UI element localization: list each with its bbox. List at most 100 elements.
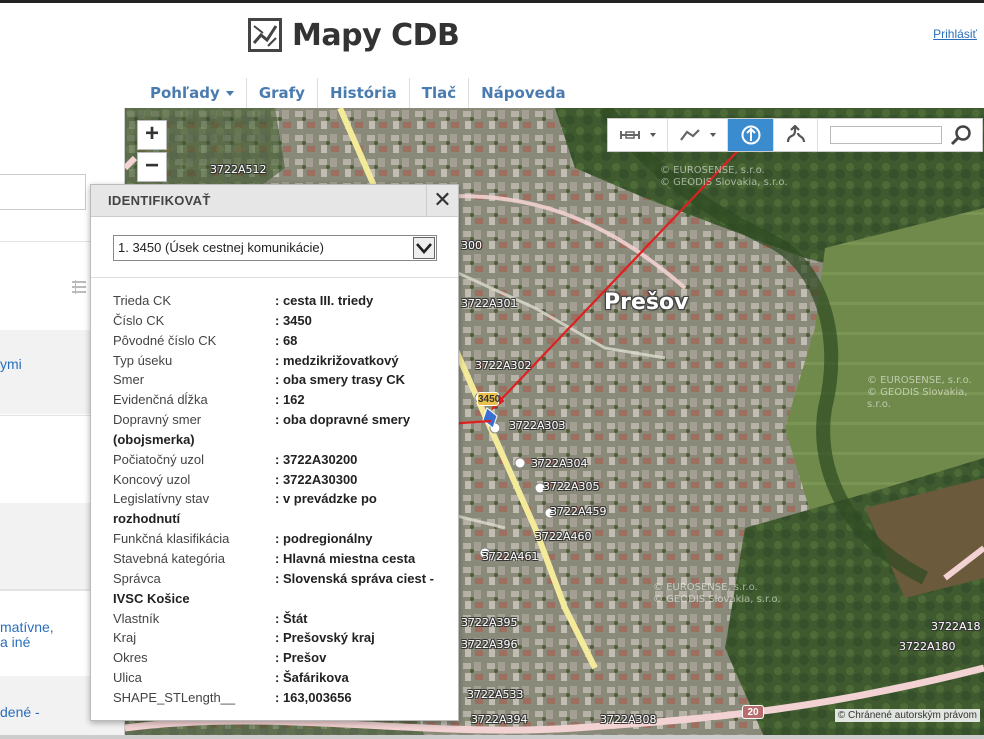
measure-distance-button[interactable]	[608, 119, 668, 151]
attribute-value: : 3450	[275, 312, 312, 328]
attribute-row: Koncový uzol: 3722A30300	[113, 470, 453, 490]
main-nav: Pohľady Grafy História Tlač Nápoveda	[138, 78, 578, 108]
search-icon[interactable]	[950, 124, 972, 146]
nav-item-print[interactable]: Tlač	[410, 78, 470, 108]
attribute-value: : 68	[275, 332, 298, 348]
measure-path-button[interactable]	[668, 119, 728, 151]
node-label: 3722A394	[471, 713, 528, 726]
attribute-key: Stavebná kategória	[113, 550, 226, 566]
list-icon[interactable]	[72, 280, 86, 294]
attribute-value: : 3722A30200	[275, 451, 358, 467]
node-label: 3722A305	[543, 480, 600, 493]
attribute-value: : cesta III. triedy	[275, 293, 374, 308]
feature-select[interactable]: 1. 3450 (Úsek cestnej komunikácie)	[113, 235, 437, 261]
nav-item-label: História	[329, 84, 397, 102]
attribute-key: Typ úseku	[113, 352, 173, 368]
attribute-value-continued: (obojsmerka)	[113, 431, 195, 447]
horizontal-scrollbar[interactable]	[0, 735, 984, 739]
attribute-continuation: (obojsmerka)	[113, 430, 453, 450]
window-top-border	[0, 0, 984, 3]
node-label: 3722A304	[531, 457, 588, 470]
road-number-badge: 3450	[477, 392, 501, 406]
attribute-value-continued: rozhodnutí	[113, 511, 181, 527]
nav-item-help[interactable]: Nápoveda	[469, 78, 578, 108]
watermark-line: © EUROSENSE, s.r.o.	[867, 375, 972, 386]
attribute-value: : 162	[275, 392, 305, 408]
attribute-row: Smer : oba smery trasy CK	[113, 370, 453, 390]
attribute-row: SHAPE_STLength__ : 163,003656	[113, 688, 453, 708]
attribute-value: : medzikrižovatkový	[275, 352, 399, 368]
identify-button[interactable]	[728, 119, 774, 151]
node-label: 3722A395	[461, 616, 518, 629]
sidebar-link-4[interactable]: dené -	[0, 704, 40, 721]
feature-select-value: 1. 3450 (Úsek cestnej komunikácie)	[118, 240, 324, 255]
identify-panel-title: IDENTIFIKOVAŤ	[108, 193, 211, 208]
route-button[interactable]	[774, 119, 818, 151]
watermark-line: © EUROSENSE, s.r.o.	[660, 165, 765, 176]
road-number-badge: 20	[742, 705, 764, 719]
copyright-notice: © Chránené autorským právom	[834, 709, 980, 722]
node-label: 3722A303	[509, 419, 566, 432]
zoom-in-button[interactable]: +	[137, 120, 167, 150]
watermark-line: © EUROSENSE, s.r.o.	[653, 582, 758, 593]
attribute-row: Dopravný smer: oba dopravné smery	[113, 410, 453, 430]
login-link[interactable]: Prihlásiť	[933, 27, 977, 41]
identify-panel-header: IDENTIFIKOVAŤ	[91, 185, 458, 217]
node-label: 3722A301	[461, 297, 518, 310]
city-label: Prešov	[604, 290, 689, 315]
nav-item-label: Nápoveda	[481, 84, 566, 102]
attribute-row: Evidenčná dĺžka: 162	[113, 390, 453, 410]
app-logo[interactable]: Mapy CDB	[248, 17, 460, 53]
attribute-key: Číslo CK	[113, 312, 165, 328]
attribute-key: SHAPE_STLength__	[113, 689, 236, 705]
attribute-value-continued: IVSC Košice	[113, 590, 190, 606]
nav-item-charts[interactable]: Grafy	[247, 78, 318, 108]
zoom-out-button[interactable]: −	[137, 152, 167, 182]
identify-panel: IDENTIFIKOVAŤ ✕ 1. 3450 (Úsek cestnej ko…	[90, 184, 459, 721]
attribute-list: Trieda CK : cesta III. triedy Číslo CK : 3…	[113, 291, 453, 708]
attribute-key: Počiatočný uzol	[113, 451, 205, 467]
chevron-down-icon	[649, 133, 656, 137]
node-label: 3722A180	[899, 640, 956, 653]
nav-item-label: Grafy	[258, 84, 305, 102]
map-search-input[interactable]	[830, 126, 942, 144]
node-label: 3722A459	[550, 505, 607, 518]
close-button[interactable]: ✕	[426, 185, 458, 217]
nav-item-views[interactable]: Pohľady	[138, 78, 247, 108]
attribute-value: : Šafárikova	[275, 670, 349, 686]
attribute-row: Kraj: Prešovský kraj	[113, 628, 453, 648]
attribute-row: Stavebná kategória : Hlavná miestna cesta	[113, 549, 453, 569]
imagery-watermark: © EUROSENSE, s.r.o. © GEODIS Slovakia, s.…	[653, 582, 781, 606]
sidebar-link-3[interactable]: a iné	[0, 634, 30, 651]
nav-item-history[interactable]: História	[318, 78, 410, 108]
attribute-value: : oba smery trasy CK	[275, 372, 406, 388]
attribute-key: Koncový uzol	[113, 471, 191, 487]
node-label: 3722A460	[535, 530, 592, 543]
node-label: 3722A302	[475, 359, 532, 372]
attribute-row: Ulica: Šafárikova	[113, 668, 453, 688]
attribute-value: : Štát	[275, 610, 308, 626]
attribute-key: Smer	[113, 372, 145, 388]
attribute-key: Dopravný smer	[113, 412, 202, 428]
nav-item-label: Pohľady	[150, 84, 220, 102]
route-icon	[786, 125, 805, 143]
sidebar-search-input[interactable]	[0, 174, 86, 210]
attribute-row: Okres: Prešov	[113, 648, 453, 668]
chevron-down-icon	[225, 91, 234, 96]
imagery-watermark: © EUROSENSE, s.r.o. © GEODIS Slovakia, s.…	[867, 375, 984, 411]
attribute-value: : 163,003656	[275, 689, 352, 705]
node-label: 3722A461	[482, 550, 539, 563]
attribute-key: Trieda CK	[113, 293, 172, 308]
attribute-row: Správca: Slovenská správa ciest -	[113, 569, 453, 589]
attribute-row: Legislatívny stav: v prevádzke po	[113, 489, 453, 509]
app-title: Mapy CDB	[292, 17, 460, 53]
panel-divider	[91, 277, 458, 278]
sidebar-link-1[interactable]: ymi	[0, 356, 22, 373]
watermark-line: © GEODIS Slovakia, s.r.o.	[653, 594, 781, 605]
map-logo-icon	[248, 18, 282, 52]
attribute-value: : Hlavná miestna cesta	[275, 550, 416, 566]
imagery-watermark: © EUROSENSE, s.r.o. © GEODIS Slovakia, s.…	[660, 165, 788, 189]
attribute-row: Trieda CK : cesta III. triedy	[113, 291, 453, 311]
watermark-line: © GEODIS Slovakia, s.r.o.	[660, 177, 788, 188]
chevron-down-icon	[709, 133, 716, 137]
